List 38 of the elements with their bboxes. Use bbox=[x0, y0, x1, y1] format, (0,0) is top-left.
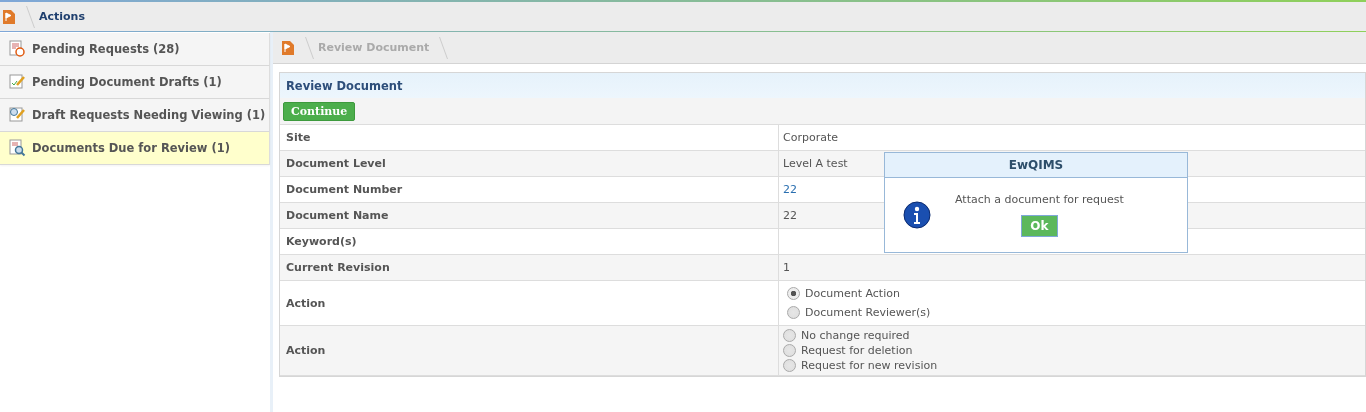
field-value: 22 bbox=[783, 209, 797, 222]
field-value: Level A test bbox=[783, 157, 848, 170]
field-label: Document Level bbox=[286, 157, 386, 170]
radio-option[interactable]: Document Action bbox=[787, 287, 900, 300]
field-label: Document Number bbox=[286, 183, 403, 196]
panel-title: Review Document bbox=[280, 73, 1365, 98]
field-label: Keyword(s) bbox=[286, 235, 357, 248]
radio-button[interactable] bbox=[783, 359, 796, 372]
info-icon bbox=[903, 201, 931, 229]
radio-option[interactable]: No change required bbox=[783, 329, 910, 342]
dialog-title: EwQIMS bbox=[885, 153, 1187, 178]
field-value: 1 bbox=[783, 261, 790, 274]
radio-option[interactable]: Request for new revision bbox=[783, 359, 938, 372]
field-label: Action bbox=[286, 296, 326, 310]
field-label: Document Name bbox=[286, 209, 389, 222]
document-link[interactable]: 22 bbox=[783, 183, 797, 196]
page-title: Actions bbox=[39, 10, 85, 23]
field-label: Site bbox=[286, 131, 311, 144]
radio-button[interactable] bbox=[783, 344, 796, 357]
radio-button[interactable] bbox=[787, 287, 800, 300]
sidebar-item[interactable]: Documents Due for Review (1) bbox=[0, 132, 270, 165]
sidebar-item[interactable]: Draft Requests Needing Viewing (1) bbox=[0, 99, 270, 132]
sidebar-item[interactable]: Pending Document Drafts (1) bbox=[0, 66, 270, 99]
dialog-message: Attach a document for request bbox=[955, 193, 1124, 206]
field-label: Current Revision bbox=[286, 261, 390, 274]
field-label: Action bbox=[286, 344, 326, 357]
radio-option[interactable]: Request for deletion bbox=[783, 344, 913, 357]
document-pencil-icon bbox=[8, 73, 26, 91]
radio-button[interactable] bbox=[787, 306, 800, 319]
document-clock-icon bbox=[8, 40, 26, 58]
flag-icon bbox=[2, 8, 16, 25]
radio-button[interactable] bbox=[783, 329, 796, 342]
sidebar-item[interactable]: Pending Requests (28) bbox=[0, 33, 270, 66]
document-magnifier-pencil-icon bbox=[8, 106, 26, 124]
radio-option[interactable]: Document Reviewer(s) bbox=[787, 306, 931, 319]
flag-icon bbox=[281, 39, 295, 56]
field-value: Corporate bbox=[783, 131, 838, 144]
document-magnifier-icon bbox=[8, 139, 26, 157]
